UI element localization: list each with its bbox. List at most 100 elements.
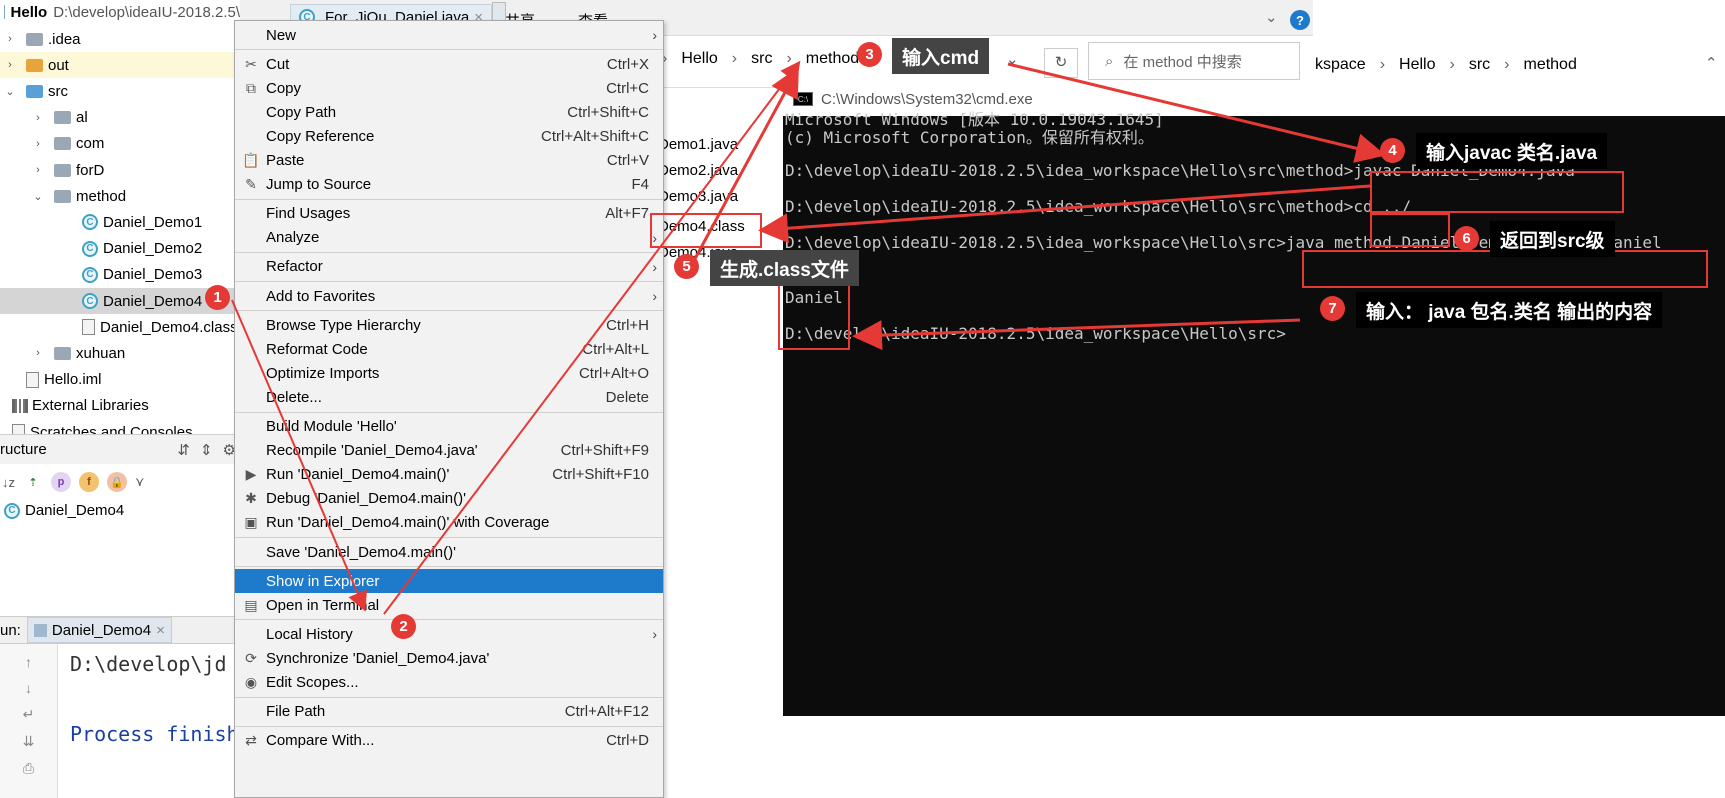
chevron-icon: › xyxy=(1449,56,1455,73)
menu-item[interactable]: Delete... Delete xyxy=(235,385,663,409)
tree-item[interactable]: › com xyxy=(0,131,240,157)
explorer-file[interactable]: Demo1.java xyxy=(658,136,738,153)
sort-alpha-icon[interactable]: ↓z xyxy=(2,475,15,490)
crumb[interactable]: method xyxy=(1523,56,1576,74)
tree-item[interactable]: › xuhuan xyxy=(0,340,240,366)
project-name[interactable]: Hello xyxy=(11,4,48,21)
menu-item[interactable]: Copy Reference Ctrl+Alt+Shift+C xyxy=(235,124,663,148)
tree-item[interactable]: C Daniel_Demo3 xyxy=(0,262,240,288)
highlight-javac xyxy=(1370,171,1624,213)
lock-icon[interactable]: 🔒 xyxy=(107,472,127,492)
chevron-icon[interactable]: › xyxy=(32,347,44,359)
tree-item[interactable]: › .idea xyxy=(0,26,240,52)
menu-item[interactable]: File Path Ctrl+Alt+F12 xyxy=(235,700,663,724)
menu-item[interactable]: Browse Type Hierarchy Ctrl+H xyxy=(235,313,663,337)
menu-item[interactable]: ◉ Edit Scopes... xyxy=(235,671,663,695)
inherited-icon[interactable]: ⇡ xyxy=(23,472,43,492)
field-icon[interactable]: f xyxy=(79,472,99,492)
menu-item[interactable]: ⟳ Synchronize 'Daniel_Demo4.java' xyxy=(235,646,663,670)
menu-item-icon: ▶ xyxy=(245,466,257,483)
menu-item[interactable]: Recompile 'Daniel_Demo4.java' Ctrl+Shift+… xyxy=(235,439,663,463)
menu-item[interactable]: Copy Path Ctrl+Shift+C xyxy=(235,100,663,124)
close-icon[interactable]: × xyxy=(156,622,165,639)
tree-item[interactable]: C Daniel_Demo4 xyxy=(0,288,240,314)
menu-item[interactable]: ▤ Open in Terminal xyxy=(235,593,663,617)
help-icon[interactable]: ? xyxy=(1290,10,1310,30)
menu-item[interactable]: Build Module 'Hello' xyxy=(235,415,663,439)
context-menu: New › ✂ Cut Ctrl+X ⧉ Copy Ctrl+C Copy Path Ctrl+S… xyxy=(234,20,664,798)
arrow-down-icon[interactable]: ↓ xyxy=(0,680,57,696)
menu-item[interactable]: Local History › xyxy=(235,622,663,646)
menu-item[interactable]: ▶ Run 'Daniel_Demo4.main()' Ctrl+Shift+F10 xyxy=(235,463,663,487)
structure-item[interactable]: C Daniel_Demo4 xyxy=(4,502,124,519)
crumb-src[interactable]: src xyxy=(751,50,772,68)
explorer-file[interactable]: Demo2.java xyxy=(658,162,738,179)
menu-item-label: New xyxy=(266,26,297,44)
anonymous-icon[interactable]: ⋎ xyxy=(135,474,145,490)
menu-item[interactable]: ✂ Cut Ctrl+X xyxy=(235,52,663,76)
property-icon[interactable]: p xyxy=(51,472,71,492)
chevron-icon[interactable]: › xyxy=(32,164,44,176)
chevron-up-icon[interactable]: ⌃ xyxy=(1705,54,1718,72)
menu-item[interactable]: ⧉ Copy Ctrl+C xyxy=(235,76,663,100)
chevron-down-icon[interactable]: ⌄ xyxy=(1265,8,1278,26)
step-badge-4: 4 xyxy=(1380,138,1405,163)
tree-item[interactable]: ⌄ method xyxy=(0,183,240,209)
menu-item[interactable]: Show in Explorer xyxy=(235,569,663,594)
tree-item[interactable]: › al xyxy=(0,105,240,131)
run-tab[interactable]: Daniel_Demo4 × xyxy=(26,617,172,643)
menu-item[interactable]: Reformat Code Ctrl+Alt+L xyxy=(235,337,663,361)
arrow-up-icon[interactable]: ↑ xyxy=(0,654,57,670)
refresh-icon[interactable]: ↻ xyxy=(1044,48,1078,78)
menu-item[interactable]: Find Usages Alt+F7 xyxy=(235,202,663,226)
chevron-icon[interactable]: › xyxy=(4,33,16,45)
menu-item[interactable]: ⇄ Compare With... Ctrl+D xyxy=(235,729,663,753)
tree-item[interactable]: C Daniel_Demo1 xyxy=(0,209,240,235)
menu-separator xyxy=(235,537,663,538)
menu-item[interactable]: New › xyxy=(235,23,663,47)
search-input[interactable]: ⌕ 在 method 中搜索 xyxy=(1088,42,1300,80)
folder-icon xyxy=(26,58,43,72)
tree-item[interactable]: External Libraries xyxy=(0,393,240,419)
tree-item[interactable]: › forD xyxy=(0,157,240,183)
menu-item[interactable]: Optimize Imports Ctrl+Alt+O xyxy=(235,361,663,385)
crumb[interactable]: Hello xyxy=(1399,56,1435,74)
project-panel: Hello D:\develop\ideaIU-2018.2.5\ › .idea… xyxy=(0,0,240,798)
menu-item[interactable]: Save 'Daniel_Demo4.main()' xyxy=(235,540,663,564)
chevron-icon[interactable]: › xyxy=(32,138,44,150)
menu-item[interactable]: Add to Favorites › xyxy=(235,284,663,308)
menu-item[interactable]: ✱ Debug 'Daniel_Demo4.main()' xyxy=(235,487,663,511)
tree-item[interactable]: C Daniel_Demo2 xyxy=(0,236,240,262)
chevron-icon[interactable]: › xyxy=(32,112,44,124)
menu-item[interactable]: Analyze › xyxy=(235,226,663,250)
tree-item[interactable]: › out xyxy=(0,52,240,79)
class-icon: C xyxy=(82,293,98,309)
menu-separator xyxy=(235,198,663,200)
sort-icon[interactable]: ⇵ xyxy=(177,441,190,459)
menu-item[interactable]: Refactor › xyxy=(235,255,663,279)
crumb-hello[interactable]: Hello xyxy=(681,50,717,68)
collapse-icon[interactable]: ⇕ xyxy=(200,441,213,459)
class-icon: C xyxy=(82,266,98,283)
crumb-method[interactable]: method xyxy=(806,50,859,68)
print-icon[interactable]: ⎙ xyxy=(0,760,57,777)
chevron-icon[interactable]: ⌄ xyxy=(4,85,16,98)
tree-item[interactable]: Daniel_Demo4.class xyxy=(0,314,240,340)
menu-item[interactable]: 📋 Paste Ctrl+V xyxy=(235,149,663,173)
tree-item[interactable]: Hello.iml xyxy=(0,367,240,393)
wrap-icon[interactable]: ↵ xyxy=(0,706,57,723)
menu-item[interactable]: ▣ Run 'Daniel_Demo4.main()' with Coverage xyxy=(235,511,663,535)
crumb[interactable]: src xyxy=(1469,56,1490,74)
library-icon xyxy=(12,398,28,413)
chevron-icon[interactable]: › xyxy=(4,59,16,71)
scroll-end-icon[interactable]: ⇊ xyxy=(0,733,57,750)
menu-item-icon: ▤ xyxy=(244,596,258,613)
chevron-icon[interactable]: ⌄ xyxy=(32,190,44,203)
submenu-arrow-icon: › xyxy=(652,626,657,643)
menu-item[interactable]: ✎ Jump to Source F4 xyxy=(235,173,663,197)
tree-item[interactable]: ⌄ src xyxy=(0,78,240,104)
breadcrumb: › Hello › src › method xyxy=(662,50,859,68)
dropdown-icon[interactable]: ⌄ xyxy=(1006,50,1019,68)
crumb[interactable]: kspace xyxy=(1315,56,1366,74)
explorer-file[interactable]: Demo3.java xyxy=(658,188,738,205)
